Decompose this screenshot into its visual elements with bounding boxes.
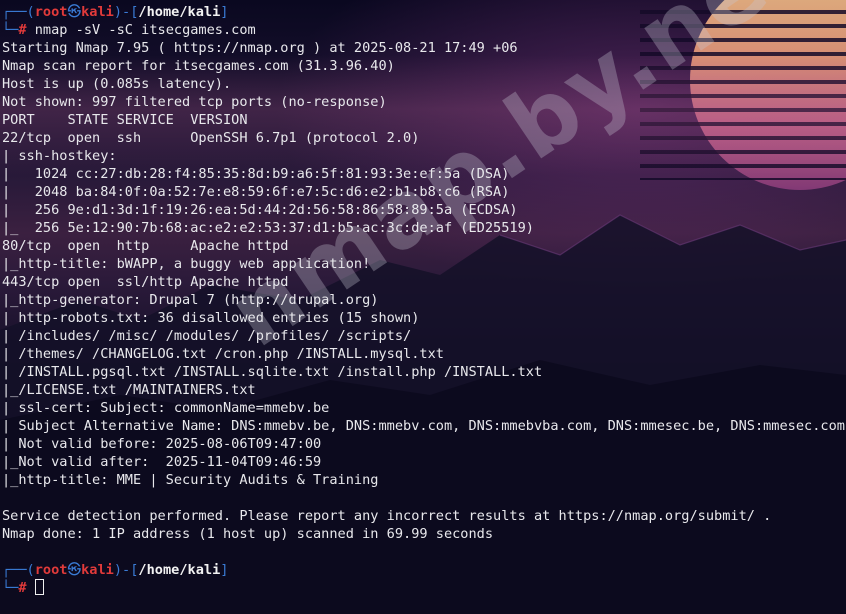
prompt-host-2: kali <box>81 562 114 578</box>
output-line: |_http-title: bWAPP, a buggy web applica… <box>2 256 371 272</box>
output-line: | /includes/ /misc/ /modules/ /profiles/… <box>2 328 412 344</box>
output-line: | http-robots.txt: 36 disallowed entries… <box>2 310 420 326</box>
output-line: 443/tcp open ssl/http Apache httpd <box>2 274 289 290</box>
output-line: |_ 256 5e:12:90:7b:68:ac:e2:e2:53:37:d1:… <box>2 220 534 236</box>
output-line: Service detection performed. Please repo… <box>2 508 772 524</box>
terminal-window[interactable]: ┌──(root㉿kali)-[/home/kali] └─# nmap -sV… <box>0 3 846 614</box>
prompt-at-symbol: ㉿ <box>67 4 82 20</box>
input-line[interactable]: └─# <box>0 579 846 597</box>
output-line: | 2048 ba:84:0f:0a:52:7e:e8:59:6f:e7:5c:… <box>2 184 510 200</box>
output-line: |_http-generator: Drupal 7 (http://drupa… <box>2 292 379 308</box>
output-line: PORT STATE SERVICE VERSION <box>2 112 248 128</box>
output-line: | Not valid before: 2025-08-06T09:47:00 <box>2 436 322 452</box>
output-line: | ssl-cert: Subject: commonName=mmebv.be <box>2 400 330 416</box>
output-line: 80/tcp open http Apache httpd <box>2 238 289 254</box>
output-line: | Subject Alternative Name: DNS:mmebv.be… <box>2 418 846 434</box>
prompt-cwd-2: /home/kali <box>138 562 221 578</box>
command-line: └─# nmap -sV -sC itsecgames.com <box>2 22 256 38</box>
prompt-at-symbol-2: ㉿ <box>67 562 82 578</box>
output-line: Host is up (0.085s latency). <box>2 76 232 92</box>
output-line: | ssh-hostkey: <box>2 148 117 164</box>
prompt-header-line: ┌──(root㉿kali)-[/home/kali] <box>2 4 229 20</box>
text-cursor[interactable] <box>34 579 44 595</box>
output-line: | 1024 cc:27:db:28:f4:85:35:8d:b9:a6:5f:… <box>2 166 510 182</box>
command-output: Starting Nmap 7.95 ( https://nmap.org ) … <box>0 39 846 561</box>
prompt-symbol-2: # <box>18 580 27 596</box>
prompt-symbol: # <box>18 22 27 38</box>
command-text: nmap -sV -sC itsecgames.com <box>34 22 256 38</box>
output-line: |_http-title: MME | Security Audits & Tr… <box>2 472 379 488</box>
output-line: Not shown: 997 filtered tcp ports (no-re… <box>2 94 387 110</box>
output-line: Nmap done: 1 IP address (1 host up) scan… <box>2 526 494 542</box>
output-line: 22/tcp open ssh OpenSSH 6.7p1 (protocol … <box>2 130 420 146</box>
output-line: | 256 9e:d1:3d:1f:19:26:ea:5d:44:2d:56:5… <box>2 202 518 218</box>
output-line: Nmap scan report for itsecgames.com (31.… <box>2 58 395 74</box>
output-line: Starting Nmap 7.95 ( https://nmap.org ) … <box>2 40 518 56</box>
prompt-user-2: root <box>34 562 68 578</box>
output-line: |_/LICENSE.txt /MAINTAINERS.txt <box>2 382 256 398</box>
prompt-user: root <box>34 4 68 20</box>
output-line: |_Not valid after: 2025-11-04T09:46:59 <box>2 454 322 470</box>
prompt-cwd: /home/kali <box>138 4 221 20</box>
output-line: | /themes/ /CHANGELOG.txt /cron.php /INS… <box>2 346 444 362</box>
prompt-header-line-2: ┌──(root㉿kali)-[/home/kali] <box>2 562 229 578</box>
output-line: | /INSTALL.pgsql.txt /INSTALL.sqlite.txt… <box>2 364 543 380</box>
prompt-host: kali <box>81 4 114 20</box>
